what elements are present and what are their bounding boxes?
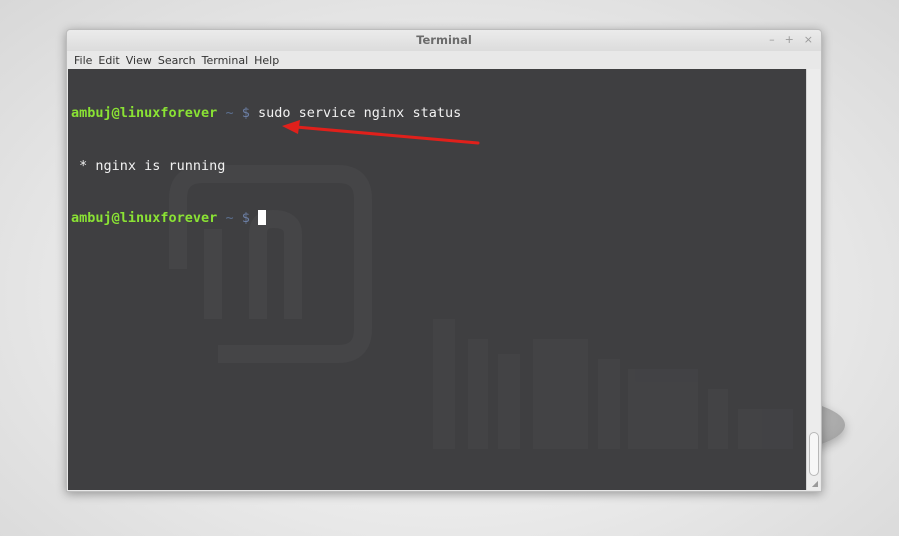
command-text: sudo service nginx status (258, 105, 462, 121)
window-title: Terminal (416, 33, 472, 47)
maximize-icon[interactable]: + (785, 33, 794, 46)
resize-grip-icon[interactable]: ◢ (812, 479, 818, 488)
terminal-area[interactable]: ambuj@linuxforever ~ $ sudo service ngin… (68, 69, 807, 490)
text-cursor (258, 210, 267, 225)
prompt-user-host: ambuj@linuxforever (71, 105, 218, 121)
title-bar[interactable]: Terminal – + × (67, 30, 821, 51)
close-icon[interactable]: × (804, 33, 813, 46)
terminal-line: ambuj@linuxforever ~ $ (71, 210, 461, 228)
command-output: * nginx is running (71, 157, 226, 174)
menu-bar: File Edit View Search Terminal Help (67, 51, 821, 69)
menu-edit[interactable]: Edit (98, 54, 119, 67)
menu-terminal[interactable]: Terminal (202, 54, 249, 67)
prompt-symbol: $ (241, 210, 250, 226)
prompt-path: ~ (225, 105, 234, 121)
menu-search[interactable]: Search (158, 54, 196, 67)
terminal-output: ambuj@linuxforever ~ $ sudo service ngin… (71, 70, 461, 263)
vertical-scrollbar[interactable]: ◢ (806, 69, 820, 490)
terminal-line: ambuj@linuxforever ~ $ sudo service ngin… (71, 105, 461, 123)
scrollbar-thumb[interactable] (809, 432, 819, 476)
menu-file[interactable]: File (74, 54, 92, 67)
prompt-user-host: ambuj@linuxforever (71, 210, 218, 226)
prompt-path: ~ (225, 210, 234, 226)
terminal-line: * nginx is running (71, 158, 461, 176)
minimize-icon[interactable]: – (769, 33, 775, 46)
window-controls: – + × (769, 33, 813, 46)
menu-view[interactable]: View (126, 54, 152, 67)
prompt-symbol: $ (241, 105, 250, 121)
menu-help[interactable]: Help (254, 54, 279, 67)
terminal-window: Terminal – + × File Edit View Search Ter… (66, 29, 822, 492)
